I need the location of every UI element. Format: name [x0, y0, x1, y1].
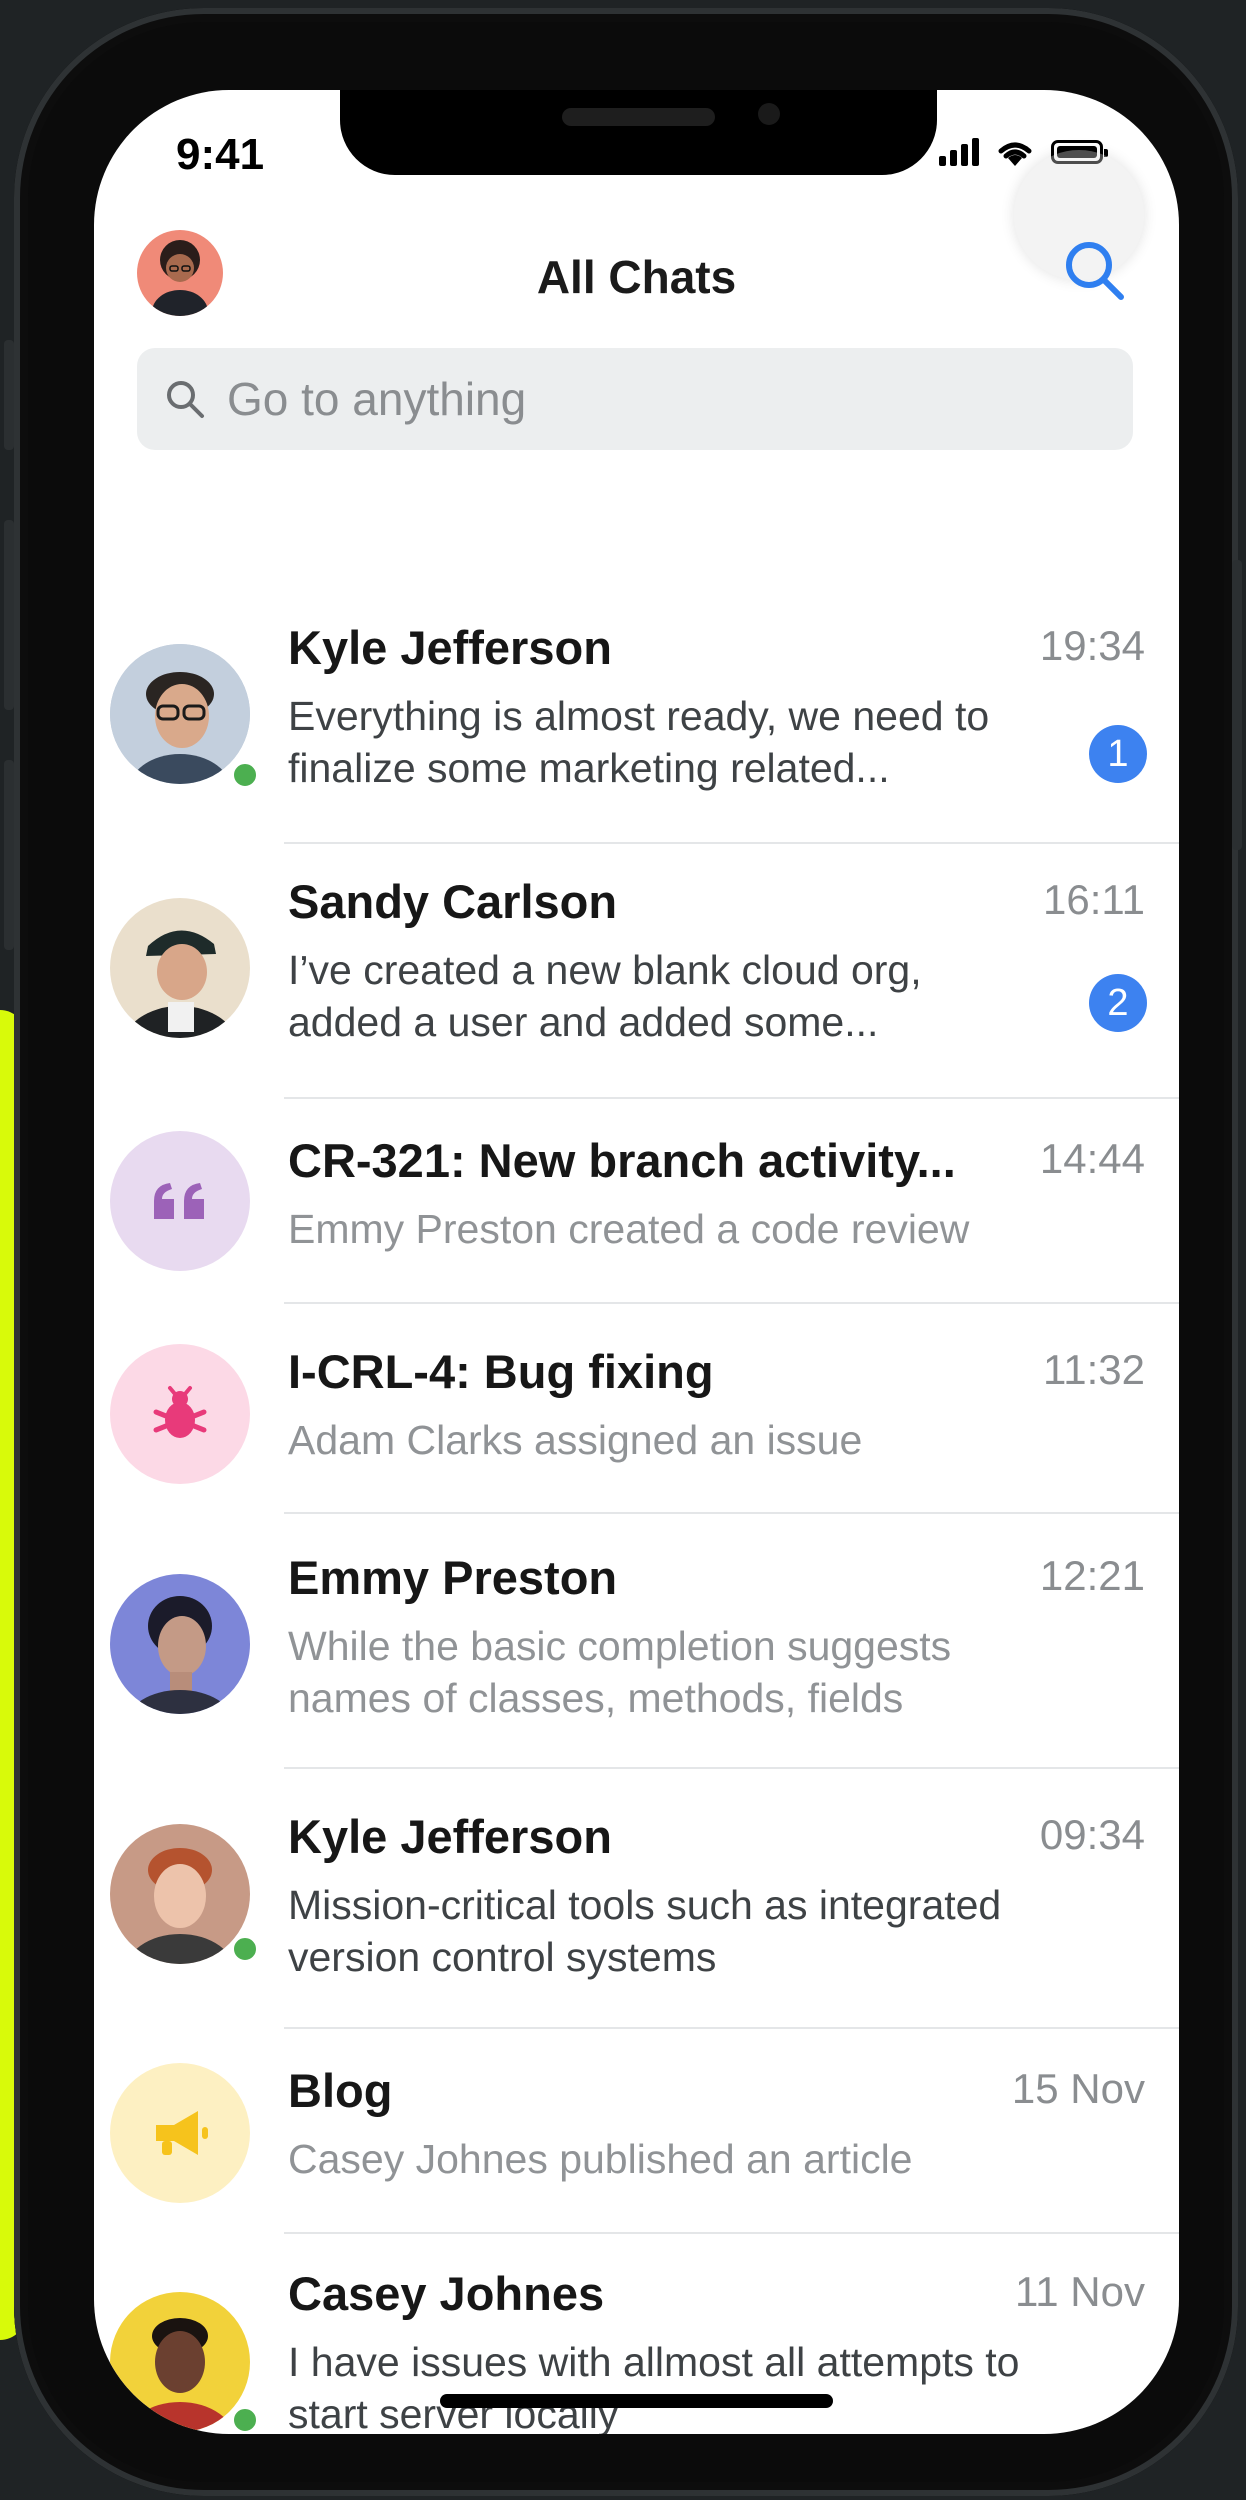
side-button: [4, 520, 14, 710]
avatar: [110, 644, 250, 784]
chat-preview: While the basic completion suggests name…: [288, 1623, 952, 1721]
side-button: [4, 340, 14, 450]
chat-preview: Everything is almost ready, we need to f…: [288, 693, 990, 791]
page-title: All Chats: [536, 251, 737, 303]
camera: [758, 103, 780, 125]
chat-time: 19:34: [1039, 622, 1145, 669]
chat-title: Casey Johnes: [288, 2267, 605, 2320]
chat-item-kyle-jefferson[interactable]: Kyle Jefferson 19:34 Everything is almos…: [94, 540, 1179, 844]
avatar: [110, 2063, 250, 2203]
chat-time: 16:11: [1043, 876, 1145, 923]
chat-list: Kyle Jefferson 19:34 Everything is almos…: [94, 540, 1179, 2434]
chat-item-emmy-preston[interactable]: Emmy Preston 12:21 While the basic compl…: [94, 1514, 1179, 1769]
chat-preview: I’ve created a new blank cloud org, adde…: [288, 947, 922, 1045]
speaker: [562, 108, 715, 126]
chat-time: 11:32: [1043, 1346, 1145, 1393]
search-icon: [167, 381, 204, 418]
quote-icon: [154, 1183, 204, 1219]
signal-icon: [939, 138, 979, 166]
notch: [340, 90, 937, 175]
search-input[interactable]: [225, 371, 1089, 427]
megaphone-icon: [156, 2111, 208, 2155]
chat-title: Kyle Jefferson: [288, 621, 612, 674]
unread-badge: 1: [1089, 725, 1147, 783]
chat-time: 12:21: [1039, 1552, 1145, 1599]
search-icon: [1066, 242, 1124, 300]
chat-title: I-CRL-4: Bug fixing: [288, 1345, 714, 1398]
chat-preview: Mission-critical tools such as integrate…: [288, 1882, 1002, 1980]
status-time: 9:41: [176, 130, 265, 179]
chat-title: Blog: [288, 2064, 393, 2117]
bug-icon: [153, 1386, 207, 1438]
online-status-indicator: [230, 2405, 260, 2434]
chat-item-code-review[interactable]: CR-321: New branch activity... 14:44 Emm…: [94, 1099, 1179, 1304]
chat-item-kyle-jefferson-2[interactable]: Kyle Jefferson 09:34 Mission-critical to…: [94, 1769, 1179, 2029]
home-indicator[interactable]: [440, 2394, 833, 2408]
avatar: [110, 1824, 250, 1964]
unread-badge: 2: [1089, 974, 1147, 1032]
side-button: [1232, 560, 1242, 850]
online-status-indicator: [230, 760, 260, 790]
chat-item-blog[interactable]: Blog 15 Nov Casey Johnes published an ar…: [94, 2029, 1179, 2234]
chat-preview: Adam Clarks assigned an issue: [288, 1417, 863, 1463]
chat-item-sandy-carlson[interactable]: Sandy Carlson 16:11 I’ve created a new b…: [94, 844, 1179, 1099]
avatar: [110, 898, 250, 1038]
chat-time: 09:34: [1039, 1811, 1145, 1858]
chat-preview: Emmy Preston created a code review: [288, 1206, 970, 1252]
avatar: [110, 1574, 250, 1714]
side-button: [4, 760, 14, 950]
search-button[interactable]: [1059, 235, 1129, 305]
chat-time: 15 Nov: [1011, 2065, 1145, 2112]
avatar: [110, 1344, 250, 1484]
online-status-indicator: [230, 1934, 260, 1964]
phone-screen: 9:41 All Chats Go to anything Kyle Jeffe…: [94, 90, 1179, 2434]
avatar: [110, 2292, 250, 2432]
chat-time: 14:44: [1039, 1135, 1145, 1182]
chat-time: 11 Nov: [1015, 2268, 1145, 2315]
search-bar[interactable]: [137, 348, 1133, 450]
chat-title: CR-321: New branch activity...: [288, 1134, 956, 1187]
chat-title: Kyle Jefferson: [288, 1810, 612, 1863]
chat-title: Sandy Carlson: [288, 875, 618, 928]
wifi-icon: [998, 142, 1032, 166]
chat-preview: I have issues with allmost all attempts …: [288, 2339, 1020, 2434]
chat-preview: Casey Johnes published an article: [288, 2136, 913, 2182]
avatar: [110, 1131, 250, 1271]
chat-item-bug-fixing[interactable]: I-CRL-4: Bug fixing 11:32 Adam Clarks as…: [94, 1304, 1179, 1514]
chat-title: Emmy Preston: [288, 1551, 618, 1604]
